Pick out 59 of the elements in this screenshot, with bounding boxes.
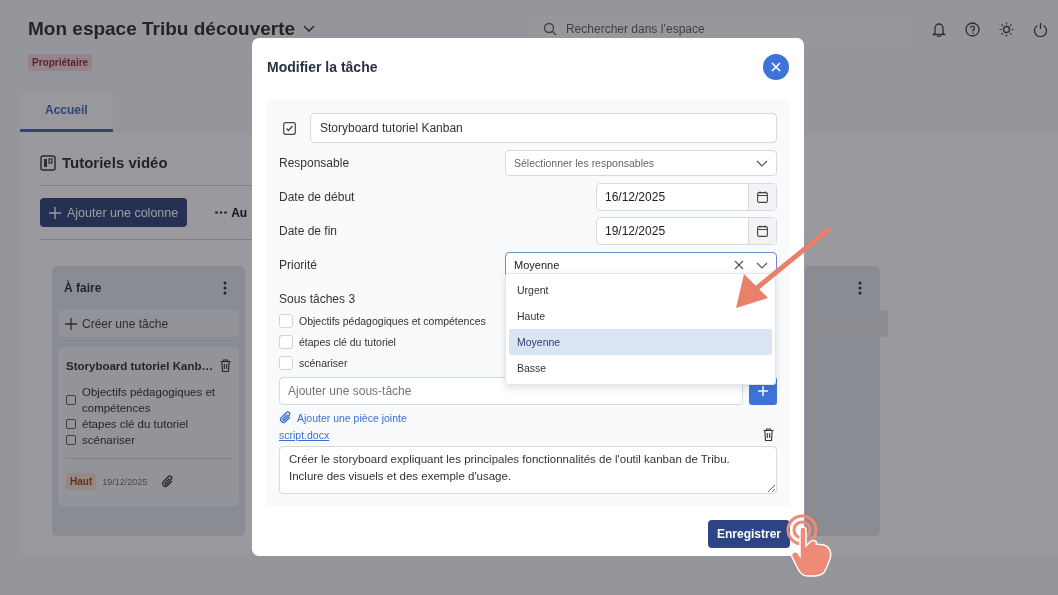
paperclip-icon	[279, 411, 292, 424]
field-label: Date de début	[279, 190, 355, 204]
trash-icon[interactable]	[220, 359, 231, 372]
due-date: 19/12/2025	[102, 476, 148, 487]
create-task-button[interactable]: Créer une tâche	[58, 310, 239, 337]
description-field[interactable]: Créer le storyboard expliquant les principales fonctionnalités de l'outil kanban de Tribu. Inclure des visuels et des exemple d'usage.	[279, 446, 777, 494]
date-field[interactable]: 19/12/2025	[596, 217, 777, 245]
chevron-down-icon	[756, 261, 768, 269]
field-label: Date de fin	[279, 224, 338, 238]
checkbox-icon	[283, 121, 296, 135]
subtask-label: scénariser	[82, 433, 136, 448]
search-icon	[542, 22, 557, 36]
priority-tag: Haut	[66, 473, 97, 490]
select-field[interactable]: Sélectionner les responsables	[505, 150, 777, 176]
plus-icon	[49, 206, 61, 219]
sun-icon[interactable]	[999, 21, 1014, 37]
task-name-field[interactable]: Storyboard tutoriel Kanban	[310, 113, 777, 143]
checkbox[interactable]	[66, 435, 76, 445]
plus-icon	[65, 317, 77, 330]
save-button[interactable]: Enregistrer	[707, 520, 790, 548]
checkbox[interactable]	[66, 395, 76, 405]
calendar-icon[interactable]	[757, 191, 768, 203]
role-badge: Propriétaire	[28, 54, 93, 71]
chevron-down-icon	[756, 159, 768, 167]
board-title: Tutoriels vidéo	[62, 154, 168, 171]
power-icon[interactable]	[1033, 21, 1048, 37]
kebab-menu-icon[interactable]	[223, 281, 227, 295]
more-icon	[215, 211, 228, 214]
clear-icon[interactable]	[734, 260, 744, 270]
dropdown-option[interactable]: Haute	[509, 303, 772, 329]
subtask-label: étapes clé du tutoriel	[299, 336, 396, 348]
card-title: Storyboard tutoriel Kanb…	[66, 359, 213, 372]
subtasks-heading: Sous tâches 3	[279, 292, 356, 306]
board-icon	[40, 154, 56, 171]
add-attachment-link[interactable]: Ajouter une pièce jointe	[297, 411, 407, 424]
dialog-title: Modifier la tâche	[267, 59, 378, 75]
trash-icon[interactable]	[763, 428, 774, 441]
field-label: Priorité	[279, 258, 317, 272]
close-button[interactable]	[763, 54, 789, 80]
file-link[interactable]: script.docx	[279, 428, 330, 441]
caret-icon[interactable]	[303, 25, 316, 33]
bell-icon[interactable]	[932, 21, 946, 37]
calendar-icon[interactable]	[757, 225, 768, 237]
date-field[interactable]: 16/12/2025	[596, 183, 777, 211]
dropdown-option[interactable]: Moyenne	[509, 329, 772, 355]
field-label: Responsable	[279, 156, 350, 170]
dropdown-option[interactable]: Urgent	[509, 277, 772, 303]
close-icon	[771, 62, 781, 72]
subtask-label: scénariser	[299, 357, 348, 369]
column-title: À faire	[64, 281, 102, 295]
subtask-label: étapes clé du tutoriel	[82, 417, 189, 432]
task-card[interactable]: Storyboard tutoriel Kanb… Objectifs pédagogiques et compétences étapes clé du tutoriel scénariser Haut 19/12/2025	[58, 347, 239, 506]
kebab-menu-icon[interactable]	[858, 281, 862, 295]
more-button[interactable]: Au	[215, 205, 248, 220]
help-icon[interactable]	[965, 21, 980, 37]
subtask-label: Objectifs pédagogiques et compétences	[299, 315, 486, 327]
checkbox[interactable]	[66, 419, 76, 429]
add-column-button[interactable]: Ajouter une colonne	[40, 198, 188, 227]
space-title: Mon espace Tribu découverte	[28, 18, 296, 40]
